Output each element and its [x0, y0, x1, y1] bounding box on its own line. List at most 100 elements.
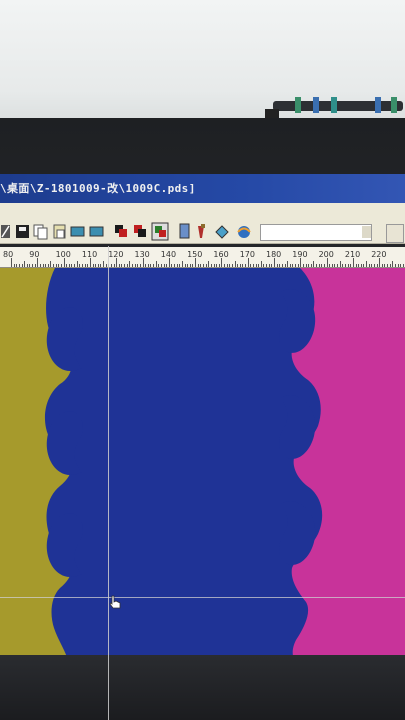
document-icon[interactable] — [179, 223, 190, 239]
ruler-tick — [373, 264, 375, 267]
ruler-tick — [171, 264, 173, 267]
window-title: \桌面\Z-1801009-改\1009C.pds] — [0, 182, 196, 195]
paste-icon[interactable] — [53, 224, 66, 239]
ruler-tick — [237, 264, 239, 267]
ruler-tick — [368, 264, 370, 267]
ruler-tick — [268, 264, 270, 267]
layer-icon[interactable] — [89, 226, 104, 237]
ruler-tick — [297, 264, 299, 267]
ruler-tick — [379, 258, 381, 267]
chevron-down-icon[interactable] — [362, 226, 371, 238]
ruler-tick — [137, 264, 139, 267]
ruler-tick — [47, 264, 49, 267]
ruler-tick — [55, 264, 57, 267]
ruler-tick — [300, 258, 302, 267]
color-swatch-icon[interactable] — [134, 225, 146, 237]
ruler-tick — [226, 264, 228, 267]
ruler-tick — [11, 258, 12, 267]
copy-icon[interactable] — [33, 224, 48, 240]
toolbar-dropdown[interactable] — [260, 224, 372, 241]
ruler-tick — [192, 264, 194, 267]
ruler-tick — [339, 261, 341, 267]
ruler-tick — [147, 264, 149, 267]
color-swatch-icon[interactable] — [115, 225, 127, 237]
ruler-tick — [402, 264, 404, 267]
color-swatch-icon[interactable] — [151, 222, 169, 241]
ruler-tick — [287, 261, 289, 267]
ruler-tick — [97, 264, 99, 267]
ruler-tick — [400, 264, 402, 267]
ruler-tick — [310, 264, 312, 267]
ruler-tick — [302, 264, 304, 267]
ruler-tick — [145, 264, 147, 267]
ruler-tick — [334, 264, 336, 267]
ruler-tick — [266, 264, 268, 267]
ruler-tick — [331, 264, 333, 267]
horizontal-guide-line[interactable] — [0, 597, 405, 598]
ruler-tick — [345, 264, 346, 267]
brush-icon[interactable] — [198, 224, 205, 238]
toolbar-extra-button[interactable] — [386, 224, 404, 243]
ruler-tick — [68, 264, 70, 267]
ruler-tick — [24, 261, 26, 267]
ruler-tick — [234, 261, 236, 267]
ruler-tick — [45, 264, 47, 267]
layer-icon[interactable] — [70, 226, 85, 237]
ruler-tick — [247, 258, 249, 267]
ruler-tick — [363, 264, 365, 267]
ruler-tick — [16, 264, 18, 267]
ruler-tick — [318, 264, 320, 267]
ruler-tick — [158, 264, 160, 267]
ruler-tick — [394, 264, 396, 267]
ruler-tick — [184, 264, 186, 267]
ruler-tick — [50, 261, 52, 267]
ruler-tick — [76, 261, 78, 267]
ruler-tick — [210, 264, 212, 267]
ruler-tick — [21, 264, 23, 267]
ruler-tick — [139, 264, 141, 267]
ruler-tick — [103, 261, 105, 267]
ruler-tick — [384, 264, 386, 267]
ruler-tick — [213, 264, 215, 267]
ruler-tick — [397, 264, 399, 267]
ruler-tick — [60, 264, 62, 267]
ruler-tick — [195, 258, 197, 267]
ruler-tick — [387, 264, 389, 267]
ruler-tick — [316, 264, 318, 267]
ruler-tick — [131, 264, 133, 267]
pen-icon[interactable] — [1, 225, 10, 238]
ruler-tick — [276, 264, 278, 267]
monitor-stand-area — [0, 655, 405, 720]
ruler-tick — [42, 264, 44, 267]
ruler-tick — [95, 264, 97, 267]
ruler-tick — [205, 264, 207, 267]
ruler-tick — [295, 264, 297, 267]
pattern-canvas — [0, 268, 405, 660]
vertical-guide-line[interactable] — [108, 246, 109, 720]
ruler-tick — [358, 264, 360, 267]
toolbar-icons — [1, 222, 251, 241]
ruler-tick — [342, 264, 344, 267]
ruler-tick — [202, 264, 204, 267]
ruler-tick — [360, 264, 362, 267]
ruler-tick — [163, 264, 165, 267]
ruler-tick — [118, 264, 120, 267]
save-icon[interactable] — [16, 225, 29, 238]
globe-icon[interactable] — [237, 226, 251, 238]
ruler-tick — [260, 261, 262, 267]
ruler-tick — [124, 264, 126, 267]
ruler-tick — [305, 264, 307, 267]
ruler-tick — [255, 264, 257, 267]
ruler-tick — [63, 258, 65, 267]
ruler-tick — [245, 264, 247, 267]
ruler-tick — [392, 261, 394, 267]
ruler-tick — [129, 261, 131, 267]
ruler-tick — [355, 264, 357, 267]
ruler-tick — [242, 264, 244, 267]
fill-icon[interactable] — [215, 225, 229, 239]
ruler-tick — [87, 264, 89, 267]
ruler-tick — [13, 264, 15, 267]
ruler-tick — [224, 264, 226, 267]
ruler-tick — [174, 264, 176, 267]
ruler-tick — [352, 258, 354, 267]
